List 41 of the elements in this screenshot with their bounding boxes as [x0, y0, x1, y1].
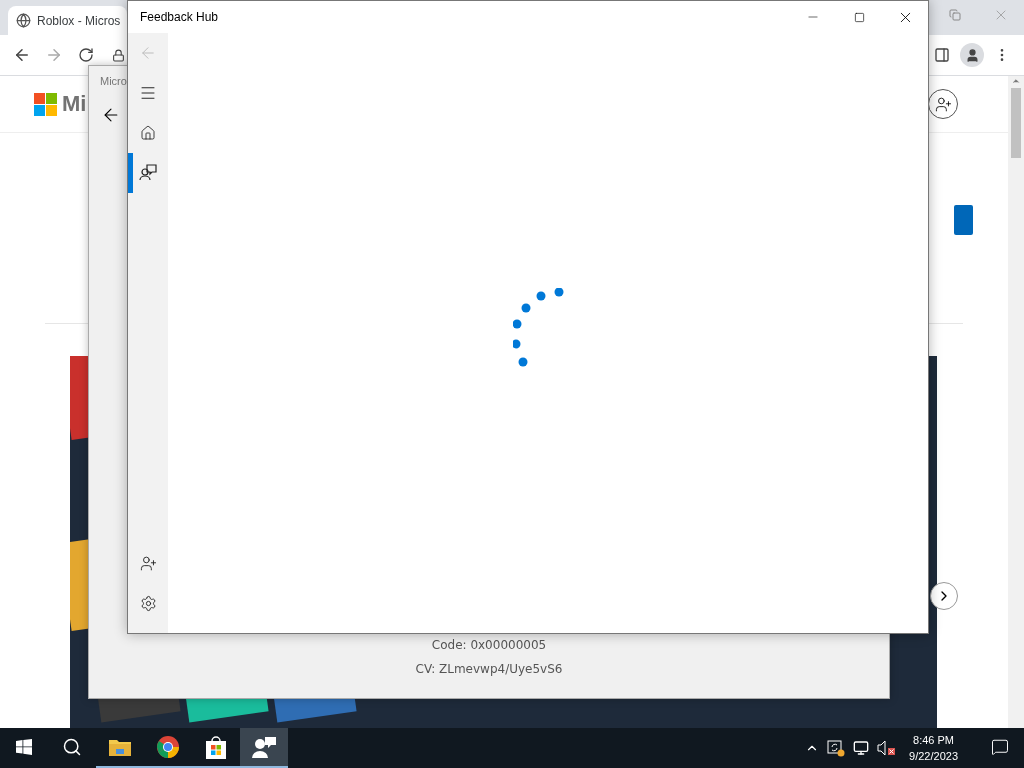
shopping-bag-icon — [205, 735, 227, 759]
search-icon — [62, 737, 82, 757]
home-icon — [140, 125, 156, 141]
forward-arrow-icon — [45, 46, 63, 64]
menu-icon — [139, 84, 157, 102]
person-icon — [964, 47, 980, 63]
clock-time: 8:46 PM — [913, 733, 954, 748]
globe-icon — [16, 13, 31, 28]
error-code: Code: 0x00000005 — [431, 638, 547, 652]
add-person-icon — [139, 554, 157, 572]
tab-title: Roblox - Micros — [37, 13, 121, 28]
taskbar-app[interactable] — [240, 728, 288, 768]
lock-icon[interactable] — [112, 48, 125, 62]
brand-name: Mi — [62, 91, 87, 117]
add-person-icon — [934, 95, 952, 113]
feedback-icon — [139, 164, 157, 182]
reload-icon — [78, 47, 94, 63]
browser-tab[interactable]: Roblox - Micros — [8, 6, 127, 35]
next-button[interactable] — [930, 582, 958, 610]
dialog-title: Micro — [100, 75, 128, 87]
feedback-icon — [252, 736, 276, 758]
correlation-vector: CV: ZLmevwp4/Uye5vS6 — [415, 662, 563, 676]
chrome-icon — [156, 735, 180, 759]
muted-speaker-icon — [877, 740, 898, 756]
speech-bubble-icon — [991, 738, 1009, 756]
scroll-up-icon — [1011, 76, 1021, 86]
window-title: Feedback Hub — [140, 10, 220, 24]
clock[interactable]: 8:46 PM 9/22/2023 — [909, 732, 958, 764]
network-icon — [853, 740, 870, 756]
windows-logo-icon — [16, 739, 32, 755]
profile-button[interactable] — [960, 43, 984, 67]
scrollbar-thumb[interactable] — [1011, 88, 1021, 158]
side-panel-icon — [934, 47, 950, 63]
folder-icon — [109, 738, 131, 756]
maximize-icon — [853, 11, 865, 23]
sync-status-icon — [827, 739, 846, 757]
account-button[interactable] — [928, 89, 958, 119]
microsoft-logo-icon — [34, 92, 57, 116]
clock-date: 9/22/2023 — [909, 749, 958, 764]
settings-icon — [139, 594, 157, 612]
restore-icon — [949, 9, 961, 21]
